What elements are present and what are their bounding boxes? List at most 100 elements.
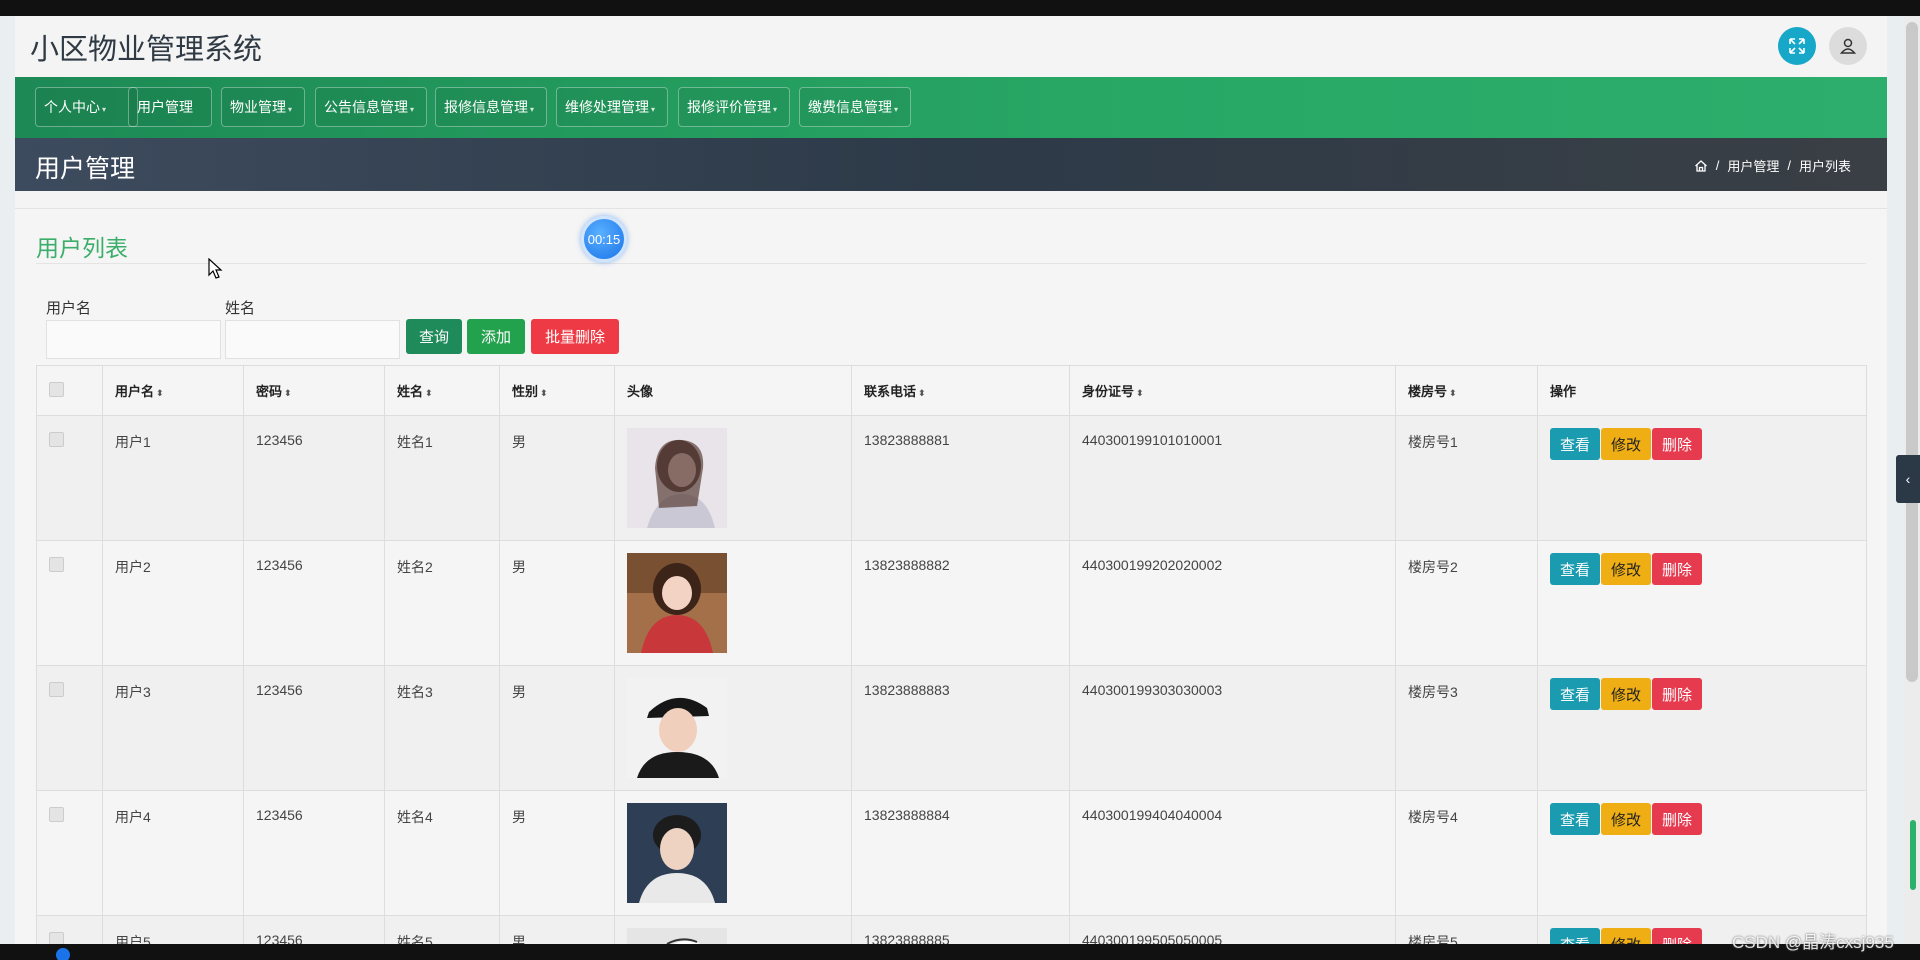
- fullscreen-button[interactable]: [1778, 27, 1816, 65]
- row-checkbox[interactable]: [49, 932, 64, 944]
- delete-button[interactable]: 删除: [1652, 428, 1702, 460]
- cell-building: 楼房号3: [1395, 665, 1538, 791]
- cell-actions: 查看 修改 删除: [1537, 665, 1867, 791]
- recording-timer[interactable]: 00:15: [581, 216, 627, 262]
- edit-button[interactable]: 修改: [1601, 928, 1651, 944]
- cell-avatar: [614, 665, 852, 791]
- nav-item-label: 个人中心: [44, 99, 100, 115]
- column-header-avatar: 头像: [614, 365, 852, 416]
- avatar-image[interactable]: [627, 803, 727, 903]
- column-header-name[interactable]: 姓名 ⬍: [384, 365, 500, 416]
- scrollbar-thumb[interactable]: [1906, 22, 1918, 682]
- nav-item-user-management[interactable]: 用户管理: [128, 87, 212, 127]
- window-bottom-bar: [0, 944, 1920, 960]
- sort-icon: ⬍: [156, 388, 164, 398]
- cell-id-number: 440300199404040004: [1069, 790, 1396, 916]
- row-checkbox[interactable]: [49, 557, 64, 572]
- view-button[interactable]: 查看: [1550, 928, 1600, 944]
- nav-item-personal-center[interactable]: 个人中心 ▾: [35, 87, 138, 127]
- delete-button[interactable]: 删除: [1652, 928, 1702, 944]
- nav-item-repair-info-management[interactable]: 报修信息管理 ▾: [435, 87, 547, 127]
- nav-item-repair-process-management[interactable]: 维修处理管理 ▾: [556, 87, 668, 127]
- cell-gender: 男: [499, 915, 615, 944]
- page-header: 用户管理 / 用户管理 / 用户列表: [15, 138, 1887, 191]
- view-button[interactable]: 查看: [1550, 553, 1600, 585]
- cell-id-number: 440300199202020002: [1069, 540, 1396, 666]
- edit-button[interactable]: 修改: [1601, 428, 1651, 460]
- column-header-building[interactable]: 楼房号 ⬍: [1395, 365, 1538, 416]
- row-checkbox[interactable]: [49, 807, 64, 822]
- table-row: 用户5 123456 姓名5 男 13823888885 44030019950…: [36, 915, 1867, 944]
- cell-gender: 男: [499, 790, 615, 916]
- avatar-image[interactable]: [627, 678, 727, 778]
- page-title: 用户管理: [35, 155, 136, 183]
- main-content: 用户列表 用户名 姓名 查询 添加 批量删除 用户名 ⬍ 密码 ⬍ 姓名 ⬍ 性别 ⬍ …: [15, 208, 1887, 944]
- table-header-row: 用户名 ⬍ 密码 ⬍ 姓名 ⬍ 性别 ⬍ 头像 联系电话 ⬍ 身份证号 ⬍ 楼房号 ⬍ 操作: [36, 365, 1867, 416]
- cell-phone: 13823888883: [851, 665, 1070, 791]
- cell-password: 123456: [243, 415, 385, 541]
- delete-button[interactable]: 删除: [1652, 553, 1702, 585]
- edit-button[interactable]: 修改: [1601, 553, 1651, 585]
- table-row: 用户4 123456 姓名4 男 13823888884 44030019940…: [36, 790, 1867, 916]
- column-header-phone[interactable]: 联系电话 ⬍: [851, 365, 1070, 416]
- cell-avatar: [614, 540, 852, 666]
- username-search-input[interactable]: [46, 320, 221, 359]
- avatar-image[interactable]: [627, 928, 727, 944]
- cell-phone: 13823888884: [851, 790, 1070, 916]
- cell-id-number: 440300199303030003: [1069, 665, 1396, 791]
- cell-name: 姓名2: [384, 540, 500, 666]
- batch-delete-button[interactable]: 批量删除: [531, 319, 619, 354]
- window-top-bar: [0, 0, 1920, 16]
- cell-phone: 13823888885: [851, 915, 1070, 944]
- cell-building: 楼房号5: [1395, 915, 1538, 944]
- name-search-input[interactable]: [225, 320, 400, 359]
- row-checkbox[interactable]: [49, 432, 64, 447]
- side-panel-toggle[interactable]: ‹: [1896, 455, 1920, 503]
- user-menu-button[interactable]: [1829, 27, 1867, 65]
- cell-password: 123456: [243, 665, 385, 791]
- cell-password: 123456: [243, 790, 385, 916]
- nav-item-repair-review-management[interactable]: 报修评价管理 ▾: [678, 87, 790, 127]
- delete-button[interactable]: 删除: [1652, 678, 1702, 710]
- home-icon[interactable]: [1694, 159, 1708, 173]
- column-header-id-number[interactable]: 身份证号 ⬍: [1069, 365, 1396, 416]
- select-all-header: [36, 365, 103, 416]
- avatar-image[interactable]: [627, 553, 727, 653]
- mouse-cursor-icon: [208, 258, 223, 279]
- breadcrumb-item[interactable]: 用户管理: [1727, 156, 1779, 175]
- caret-down-icon: ▾: [773, 104, 778, 114]
- avatar-image[interactable]: [627, 428, 727, 528]
- column-header-username[interactable]: 用户名 ⬍: [102, 365, 244, 416]
- cell-gender: 男: [499, 665, 615, 791]
- list-title: 用户列表: [36, 235, 128, 261]
- query-button[interactable]: 查询: [406, 319, 462, 354]
- nav-item-notice-management[interactable]: 公告信息管理 ▾: [315, 87, 427, 127]
- caret-down-icon: ▾: [894, 104, 899, 114]
- add-button[interactable]: 添加: [467, 319, 525, 354]
- select-all-checkbox[interactable]: [49, 381, 64, 397]
- edit-button[interactable]: 修改: [1601, 803, 1651, 835]
- cell-name: 姓名3: [384, 665, 500, 791]
- column-header-password[interactable]: 密码 ⬍: [243, 365, 385, 416]
- view-button[interactable]: 查看: [1550, 678, 1600, 710]
- column-header-gender[interactable]: 性别 ⬍: [499, 365, 615, 416]
- caret-down-icon: ▾: [530, 104, 535, 114]
- view-button[interactable]: 查看: [1550, 803, 1600, 835]
- cell-password: 123456: [243, 540, 385, 666]
- cell-gender: 男: [499, 540, 615, 666]
- cell-name: 姓名5: [384, 915, 500, 944]
- nav-item-property-management[interactable]: 物业管理 ▾: [221, 87, 305, 127]
- nav-item-label: 维修处理管理: [565, 99, 649, 115]
- cell-actions: 查看 修改 删除: [1537, 790, 1867, 916]
- cell-id-number: 440300199101010001: [1069, 415, 1396, 541]
- delete-button[interactable]: 删除: [1652, 803, 1702, 835]
- app-title: 小区物业管理系统: [30, 34, 263, 66]
- view-button[interactable]: 查看: [1550, 428, 1600, 460]
- header: 小区物业管理系统: [15, 16, 1887, 77]
- caret-down-icon: ▾: [410, 104, 415, 114]
- cell-actions: 查看 修改 删除: [1537, 415, 1867, 541]
- edit-button[interactable]: 修改: [1601, 678, 1651, 710]
- column-header-actions: 操作: [1537, 365, 1867, 416]
- nav-item-payment-management[interactable]: 缴费信息管理 ▾: [799, 87, 911, 127]
- row-checkbox[interactable]: [49, 682, 64, 697]
